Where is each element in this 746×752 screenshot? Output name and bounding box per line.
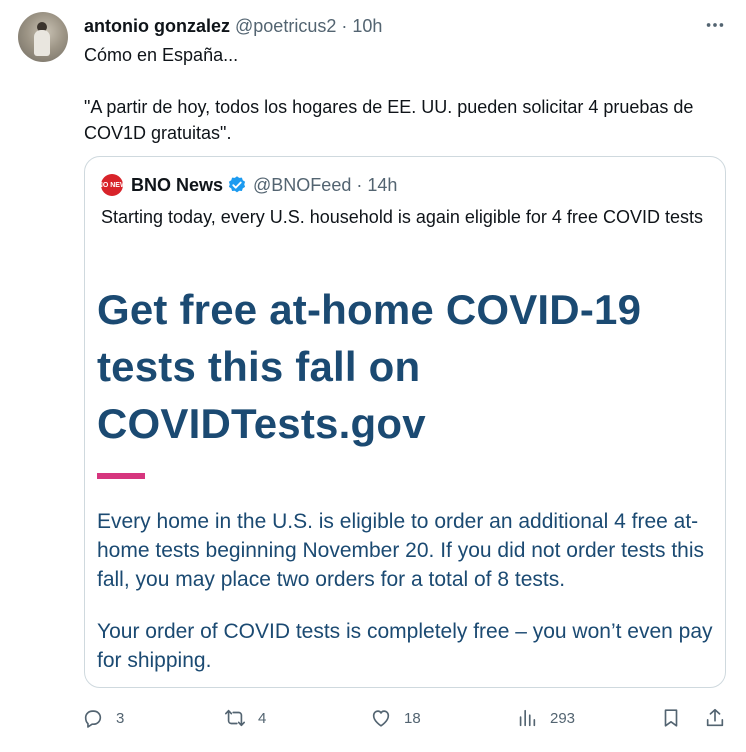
action-bar: 3 4 18 293	[80, 703, 730, 733]
quoted-header-separator: ·	[356, 175, 363, 195]
tweet-text-line-2: "A partir de hoy, todos los hogares de E…	[84, 97, 694, 143]
quoted-tweet-text: Starting today, every U.S. household is …	[101, 207, 703, 227]
quoted-tweet[interactable]: BNO NEWS BNO News @BNOFeed · 14h Startin…	[84, 156, 726, 688]
bookmark-button[interactable]	[660, 703, 694, 733]
author-handle[interactable]: @poetricus2	[235, 16, 336, 36]
attached-image[interactable]: Get free at-home COVID-19 tests this fal…	[85, 267, 725, 687]
tweet: antonio gonzalez @poetricus2 · 10h Cómo …	[0, 0, 746, 752]
like-count: 18	[404, 709, 421, 727]
bookmark-icon	[664, 709, 678, 727]
avatar-figure	[34, 30, 50, 56]
views-count: 293	[550, 709, 576, 727]
card-paragraph-1: Every home in the U.S. is eligible to or…	[97, 510, 705, 591]
tweet-time[interactable]: 10h	[352, 16, 382, 36]
views-icon	[519, 709, 536, 727]
tweet-header: antonio gonzalez @poetricus2 · 10h	[84, 14, 382, 38]
bno-logo: BNO NEWS	[93, 174, 131, 196]
repost-button[interactable]: 4	[224, 703, 266, 733]
verified-badge-icon	[228, 176, 246, 193]
quoted-tweet-time[interactable]: 14h	[367, 173, 397, 197]
reply-count: 3	[116, 709, 125, 727]
card-paragraph-2: Your order of COVID tests is completely …	[97, 620, 713, 672]
more-options-icon[interactable]	[704, 14, 726, 36]
header-separator: ·	[341, 16, 348, 36]
author-name[interactable]: antonio gonzalez	[84, 16, 230, 36]
repost-icon	[225, 709, 245, 727]
quoted-author-handle[interactable]: @BNOFeed	[253, 173, 351, 197]
tweet-text-line-1: Cómo en España...	[84, 45, 239, 65]
heart-icon	[372, 710, 390, 727]
quoted-tweet-header: BNO NEWS BNO News @BNOFeed · 14h	[93, 173, 397, 197]
quoted-author-name[interactable]: BNO News	[131, 173, 223, 197]
like-button[interactable]: 18	[370, 703, 421, 733]
repost-count: 4	[258, 709, 267, 727]
share-icon	[706, 708, 724, 727]
views-button[interactable]: 293	[516, 703, 575, 733]
accent-bar	[97, 473, 145, 479]
reply-icon	[84, 710, 102, 728]
card-headline: Get free at-home COVID-19 tests this fal…	[97, 286, 642, 447]
share-button[interactable]	[704, 703, 738, 733]
tweet-text: Cómo en España... "A partir de hoy, todo…	[84, 42, 724, 146]
avatar[interactable]	[18, 12, 68, 62]
reply-button[interactable]: 3	[82, 703, 124, 733]
